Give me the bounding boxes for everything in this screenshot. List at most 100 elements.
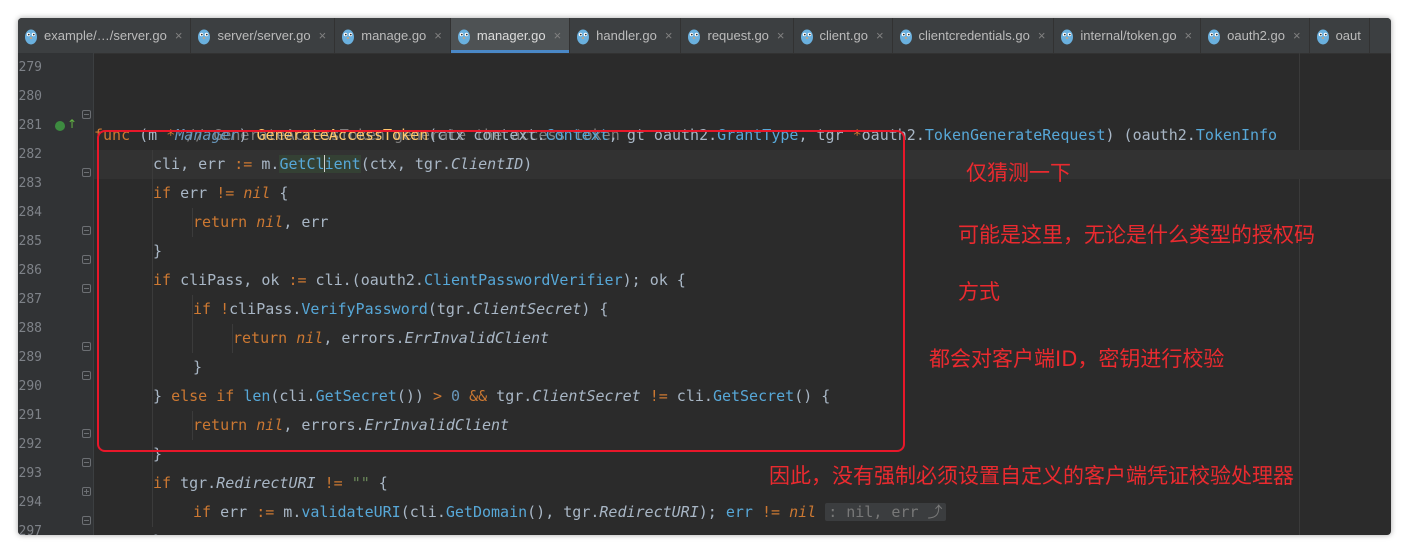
keyword: if — [153, 474, 172, 492]
go-file-icon — [342, 29, 355, 44]
folded-code-placeholder[interactable]: : nil, err ⤴ — [825, 503, 946, 521]
editor-tab[interactable]: oauth2.go × — [1201, 18, 1310, 53]
close-tab-icon[interactable]: × — [1293, 28, 1301, 43]
operator: != — [324, 474, 343, 492]
editor-tab-label: manage.go — [361, 28, 427, 43]
editor-tab[interactable]: clientcredentials.go × — [893, 18, 1055, 53]
code-line-297[interactable]: } — [94, 527, 1391, 535]
line-number[interactable]: 291 — [18, 401, 42, 430]
code-line-294[interactable]: if err := m.validateURI(cli.GetDomain(),… — [94, 498, 1391, 527]
annotation-maybe-here: 可能是这里，无论是什么类型的授权码 — [958, 223, 1315, 247]
close-tab-icon[interactable]: × — [434, 28, 442, 43]
editor-tab[interactable]: handler.go × — [570, 18, 682, 53]
annotation-validates-id-secret: 都会对客户端ID，密钥进行校验 — [929, 347, 1225, 371]
close-tab-icon[interactable]: × — [554, 28, 562, 43]
line-number[interactable]: 288 — [18, 314, 42, 343]
editor-tab-label: oauth2.go — [1227, 28, 1285, 43]
line-number[interactable]: 281 — [18, 111, 42, 140]
string-literal: "" — [351, 474, 370, 492]
close-tab-icon[interactable]: × — [175, 28, 183, 43]
go-file-icon — [198, 29, 211, 44]
line-number[interactable]: 293 — [18, 459, 42, 488]
editor-tab-label: manager.go — [476, 28, 546, 43]
go-file-icon — [457, 29, 470, 44]
code-line-280[interactable]: // GenerateAccessToken generate the acce… — [94, 92, 1391, 144]
line-number[interactable]: 287 — [18, 285, 42, 314]
annotation-guess: 仅猜测一下 — [966, 161, 1071, 185]
close-tab-icon[interactable]: × — [665, 28, 673, 43]
collapse-fold-icon[interactable] — [82, 168, 91, 177]
collapse-fold-icon[interactable] — [82, 342, 91, 351]
line-number[interactable]: 289 — [18, 343, 42, 372]
code-text: (), tgr. — [527, 503, 600, 521]
collapse-fold-icon[interactable] — [82, 458, 91, 467]
collapse-fold-icon[interactable] — [82, 371, 91, 380]
collapse-fold-icon[interactable] — [82, 516, 91, 525]
close-tab-icon[interactable]: × — [876, 28, 884, 43]
editor-tab[interactable]: server/server.go × — [191, 18, 336, 53]
operator: := — [256, 503, 275, 521]
line-number[interactable]: 290 — [18, 372, 42, 401]
field-name: RedirectURI — [599, 503, 699, 521]
go-file-icon — [688, 29, 701, 44]
editor-tab[interactable]: example/…/server.go × — [18, 18, 192, 53]
line-number-gutter[interactable]: 279 280 281 282 283 284 285 286 287 288 289 290 291 2… — [18, 53, 94, 535]
implements-marker-icon[interactable] — [55, 121, 65, 131]
line-number[interactable]: 294 — [18, 488, 42, 517]
type-name: TokenGenerateRequest — [924, 126, 1106, 144]
line-number[interactable]: 297 — [18, 517, 42, 535]
go-to-interface-arrow-icon[interactable]: ↑ — [67, 117, 77, 131]
close-tab-icon[interactable]: × — [319, 28, 327, 43]
editor-tab-label: server/server.go — [217, 28, 311, 43]
line-number[interactable]: 286 — [18, 256, 42, 285]
line-number[interactable]: 279 — [18, 53, 42, 82]
close-tab-icon[interactable]: × — [1038, 28, 1046, 43]
code-text: ); — [698, 503, 726, 521]
editor-tab[interactable]: oaut — [1310, 18, 1370, 53]
code-text: err — [211, 503, 257, 521]
editor-tab-label: request.go — [707, 28, 769, 43]
line-number[interactable]: 292 — [18, 430, 42, 459]
collapse-fold-icon[interactable] — [82, 226, 91, 235]
editor-tab[interactable]: client.go × — [794, 18, 893, 53]
method-call: validateURI — [301, 503, 401, 521]
code-text: m. — [274, 503, 302, 521]
keyword: if — [193, 503, 212, 521]
code-text: (cli. — [400, 503, 446, 521]
editor-tab-label: clientcredentials.go — [918, 28, 1030, 43]
collapse-fold-icon[interactable] — [82, 110, 91, 119]
close-tab-icon[interactable]: × — [1185, 28, 1193, 43]
line-number[interactable]: 283 — [18, 169, 42, 198]
editor-tab-bar: example/…/server.go × server/server.go × man… — [18, 18, 1391, 54]
collapse-fold-icon[interactable] — [82, 255, 91, 264]
nil-literal: nil — [789, 503, 817, 521]
editor-tab[interactable]: request.go × — [681, 18, 794, 53]
close-tab-icon[interactable]: × — [777, 28, 785, 43]
code-text: err — [725, 503, 753, 521]
line-number[interactable]: 282 — [18, 140, 42, 169]
expand-fold-icon[interactable] — [82, 487, 91, 496]
editor-tab-label: client.go — [819, 28, 868, 43]
line-number[interactable]: 285 — [18, 227, 42, 256]
editor-tab[interactable]: internal/token.go × — [1054, 18, 1202, 53]
field-name: RedirectURI — [216, 474, 316, 492]
collapse-fold-icon[interactable] — [82, 284, 91, 293]
collapse-fold-icon[interactable] — [82, 429, 91, 438]
editor-tab-label: example/…/server.go — [44, 28, 167, 43]
annotation-conclusion: 因此，没有强制必须设置自定义的客户端凭证校验处理器 — [769, 464, 1294, 488]
code-text: tgr. — [171, 474, 217, 492]
editor-tab[interactable]: manage.go × — [335, 18, 451, 53]
editor-tab[interactable]: manager.go × — [450, 18, 571, 53]
go-file-icon — [800, 29, 813, 44]
editor-tab-label: handler.go — [596, 28, 657, 43]
line-number[interactable]: 284 — [18, 198, 42, 227]
go-file-icon — [25, 29, 37, 44]
code-text: ) (oauth2. — [1105, 126, 1196, 144]
go-file-icon — [899, 29, 912, 44]
line-number[interactable]: 280 — [18, 82, 42, 111]
type-name: TokenInfo — [1195, 126, 1278, 144]
